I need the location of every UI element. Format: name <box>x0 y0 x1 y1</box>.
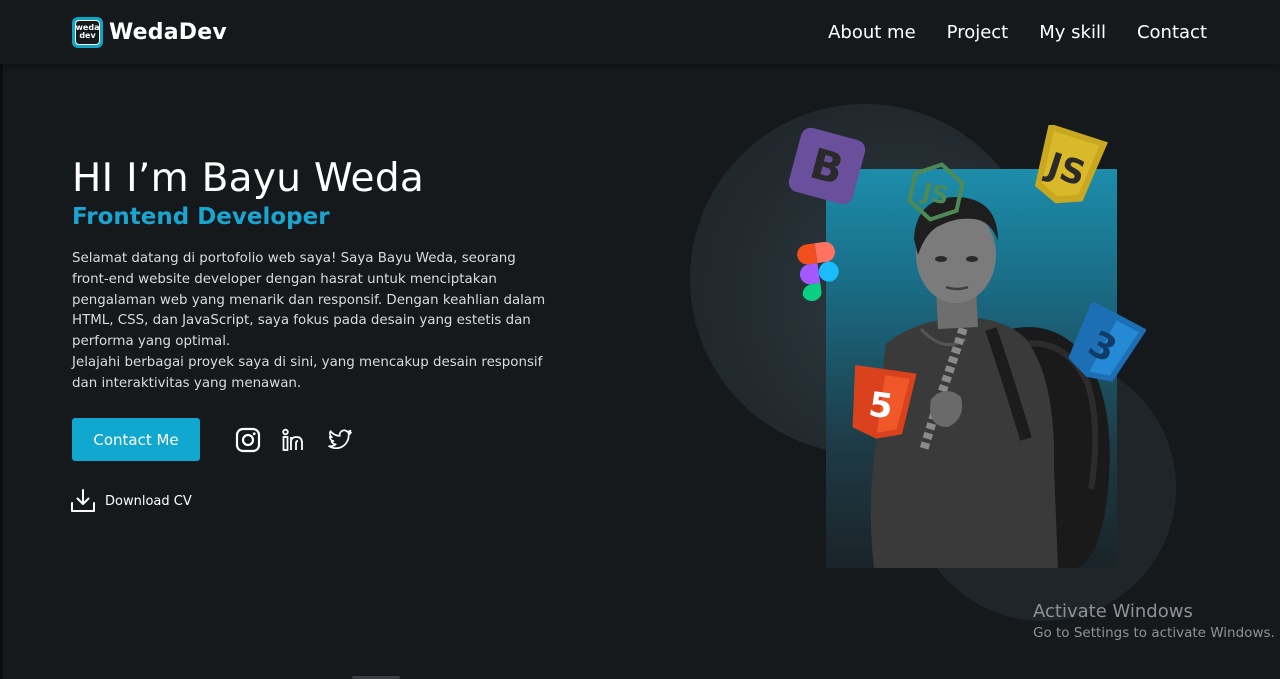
twitter-link[interactable] <box>327 427 353 453</box>
brand[interactable]: weda dev WedaDev <box>72 16 227 48</box>
nav-menu: About me Project My skill Contact <box>828 22 1207 43</box>
nav-item-skill[interactable]: My skill <box>1039 22 1106 43</box>
logo-line2: dev <box>79 31 96 40</box>
hero-title: HI I’m Bayu Weda <box>72 156 425 201</box>
nav-item-project[interactable]: Project <box>947 22 1009 43</box>
hero-illustration: B JS JS 3 5 <box>680 95 1200 621</box>
logo-icon: weda dev <box>72 16 103 48</box>
nav-item-contact[interactable]: Contact <box>1137 22 1207 43</box>
instagram-icon <box>235 427 261 453</box>
instagram-link[interactable] <box>235 427 261 453</box>
bootstrap-icon: B <box>788 127 866 205</box>
hero-paragraph-2: Jelajahi berbagai proyek saya di sini, y… <box>72 354 543 391</box>
figma-icon <box>797 242 839 301</box>
nav-item-about[interactable]: About me <box>828 22 916 43</box>
nodejs-icon: JS <box>907 162 965 222</box>
hero-description: Selamat datang di portofolio web saya! S… <box>72 249 552 395</box>
watermark-subtitle: Go to Settings to activate Windows. <box>1033 625 1275 641</box>
download-icon <box>71 489 95 512</box>
window-left-edge <box>0 0 3 679</box>
hero-paragraph-1: Selamat datang di portofolio web saya! S… <box>72 251 546 350</box>
social-links <box>235 427 353 453</box>
contact-me-button[interactable]: Contact Me <box>72 418 200 461</box>
watermark-title: Activate Windows <box>1033 601 1193 622</box>
navbar: weda dev WedaDev About me Project My ski… <box>0 0 1280 64</box>
html5-icon: 5 <box>852 365 917 439</box>
css3-icon: 3 <box>1068 303 1146 382</box>
brand-name: WedaDev <box>109 19 227 45</box>
download-cv-label: Download CV <box>105 493 192 509</box>
linkedin-link[interactable] <box>281 427 307 453</box>
svg-text:JS: JS <box>918 177 951 210</box>
linkedin-icon <box>282 428 303 451</box>
logo-text: weda dev <box>75 19 100 45</box>
download-cv-link[interactable]: Download CV <box>70 488 192 514</box>
hero-subtitle: Frontend Developer <box>72 204 330 230</box>
activate-windows-watermark: Activate Windows Go to Settings to activ… <box>1033 601 1275 643</box>
twitter-icon <box>328 429 352 450</box>
javascript-icon: JS <box>1034 125 1108 204</box>
